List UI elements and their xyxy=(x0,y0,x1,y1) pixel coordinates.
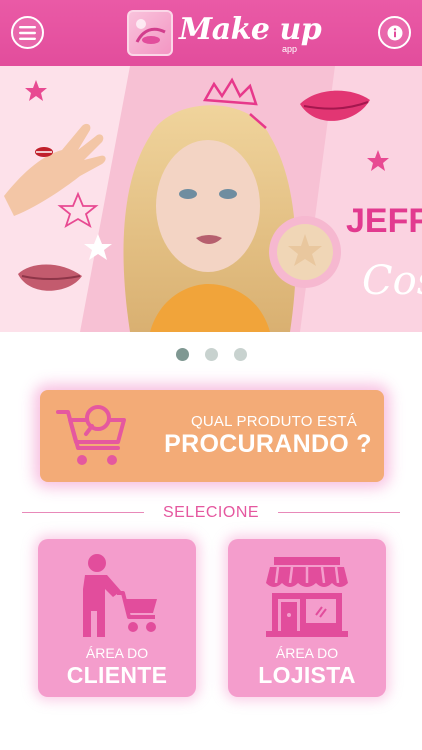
logo-text: Make up xyxy=(179,12,322,47)
divider-line-right xyxy=(278,512,400,513)
merchant-area-line2: LOJISTA xyxy=(258,662,356,688)
search-prompt-line1: QUAL PRODUTO ESTÁ xyxy=(191,413,357,430)
select-divider: SELECIONE xyxy=(22,503,400,523)
client-area-button[interactable]: ÁREA DO CLIENTE xyxy=(38,539,196,697)
info-icon xyxy=(387,25,402,40)
merchant-area-button[interactable]: ÁREA DO LOJISTA xyxy=(228,539,386,697)
storefront-icon xyxy=(266,557,348,637)
carousel-dot-3[interactable] xyxy=(233,348,247,361)
carousel-indicator xyxy=(0,348,422,361)
carousel-dot-1[interactable] xyxy=(175,348,189,361)
banner-artwork: JEFF Cos xyxy=(0,66,422,332)
menu-button[interactable] xyxy=(11,16,44,49)
promo-banner[interactable]: JEFF Cos xyxy=(0,66,422,332)
client-area-line1: ÁREA DO xyxy=(85,645,149,661)
client-area-line2: CLIENTE xyxy=(66,662,168,688)
banner-brand-text: JEFF xyxy=(346,202,422,240)
merchant-area-line1: ÁREA DO xyxy=(275,645,339,661)
product-search-button[interactable]: QUAL PRODUTO ESTÁ PROCURANDO ? xyxy=(40,390,384,482)
banner-brand-script: Cos xyxy=(362,258,422,304)
info-button[interactable] xyxy=(378,16,411,49)
select-label: SELECIONE xyxy=(162,504,260,521)
logo-mark-icon xyxy=(127,10,173,56)
menu-icon xyxy=(19,25,36,40)
customer-cart-icon xyxy=(83,554,157,637)
search-prompt-line2: PROCURANDO ? xyxy=(164,430,372,458)
carousel-dot-2[interactable] xyxy=(204,348,218,361)
logo-subtext: app xyxy=(282,44,298,54)
app-header: Make up app xyxy=(0,0,422,66)
shopping-cart-search-icon xyxy=(56,405,126,465)
